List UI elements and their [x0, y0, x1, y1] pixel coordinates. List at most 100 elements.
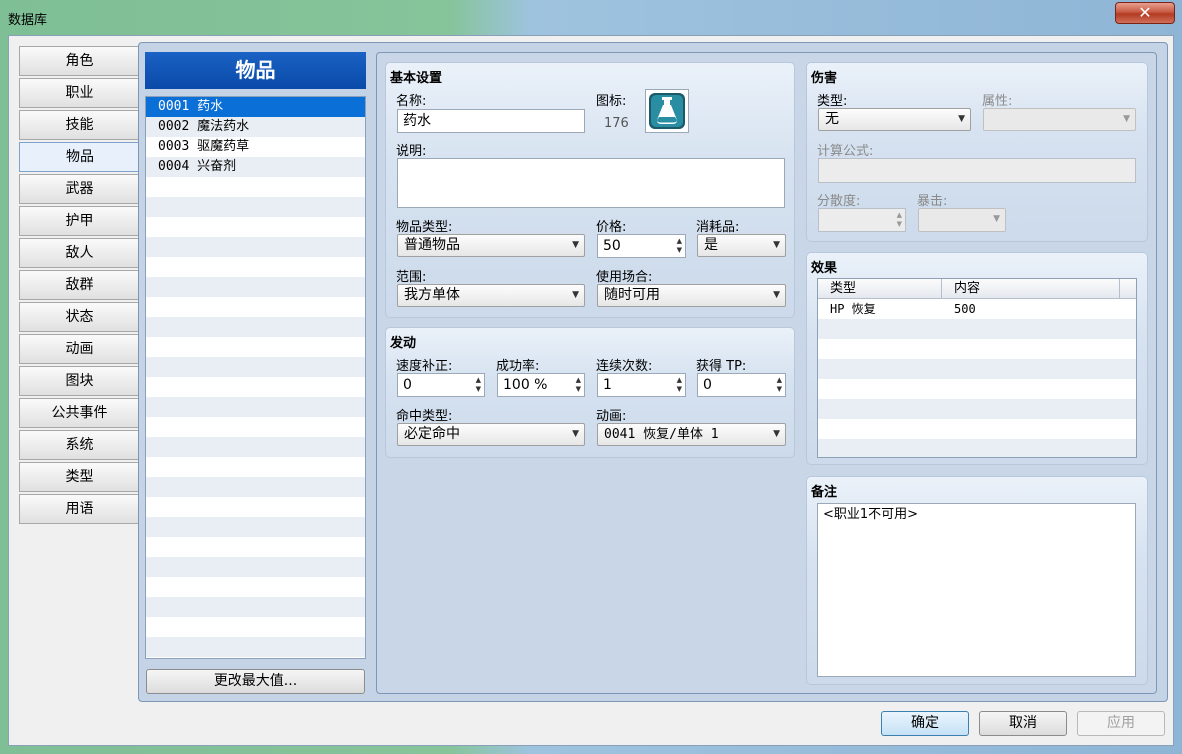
damage-panel: 伤害 类型: 无 ▼ 属性: ▼ 计算公式: 分散度: ▲ ▼ 暴击: ▼ [806, 62, 1148, 242]
list-item[interactable] [146, 337, 365, 357]
list-item[interactable] [146, 617, 365, 637]
list-item[interactable] [146, 357, 365, 377]
title-bar: 数据库 ✕ [0, 0, 1182, 36]
table-row[interactable] [818, 359, 1136, 379]
window-title: 数据库 [8, 13, 48, 28]
critical-label: 暴击: [917, 194, 948, 209]
effects-column-content[interactable]: 内容 [942, 279, 1120, 299]
consumable-select[interactable]: 是 ▼ [697, 234, 786, 257]
price-stepper[interactable]: 50 ▲ ▼ [597, 234, 686, 258]
list-item[interactable] [146, 257, 365, 277]
formula-label: 计算公式: [817, 144, 874, 159]
critical-select[interactable]: ▼ [918, 208, 1006, 232]
animation-select[interactable]: 0041 恢复/单体 1 ▼ [597, 423, 786, 446]
list-item[interactable] [146, 457, 365, 477]
list-item[interactable] [146, 197, 365, 217]
tp-gain-stepper[interactable]: 0 ▲ ▼ [697, 373, 786, 397]
occasion-select[interactable]: 随时可用 ▼ [597, 284, 786, 307]
table-row[interactable] [818, 379, 1136, 399]
sidebar-tab[interactable]: 用语 [19, 494, 139, 524]
sidebar-tab[interactable]: 类型 [19, 462, 139, 492]
effects-column-filler [1120, 279, 1136, 299]
table-row[interactable] [818, 399, 1136, 419]
repeats-stepper[interactable]: 1 ▲ ▼ [597, 373, 686, 397]
list-item[interactable] [146, 637, 365, 657]
table-row[interactable] [818, 339, 1136, 359]
list-item[interactable] [146, 377, 365, 397]
sidebar-tab[interactable]: 武器 [19, 174, 139, 204]
list-item[interactable] [146, 597, 365, 617]
name-label: 名称: [396, 94, 427, 109]
sidebar-tab[interactable]: 物品 [19, 142, 140, 172]
item-list[interactable]: 0001 药水 0002 魔法药水 0003 驱魔药草 0004 兴奋剂 [145, 96, 366, 659]
list-item[interactable] [146, 577, 365, 597]
price-label: 价格: [596, 220, 627, 235]
name-input[interactable]: 药水 [397, 109, 585, 133]
table-row[interactable]: HP 恢复 500 [818, 299, 1136, 319]
list-item[interactable]: 0003 驱魔药草 [146, 137, 365, 157]
occasion-label: 使用场合: [596, 270, 653, 285]
sidebar-tab[interactable]: 职业 [19, 78, 139, 108]
effects-title: 效果 [811, 261, 838, 276]
sidebar-tab[interactable]: 敌人 [19, 238, 139, 268]
sidebar-tab[interactable]: 护甲 [19, 206, 139, 236]
sidebar-tab[interactable]: 角色 [19, 46, 139, 76]
sidebar-tab[interactable]: 状态 [19, 302, 139, 332]
list-item[interactable] [146, 557, 365, 577]
damage-type-select[interactable]: 无 ▼ [818, 108, 971, 131]
effects-column-type[interactable]: 类型 [818, 279, 942, 299]
note-input[interactable]: <职业1不可用> [817, 503, 1136, 677]
item-type-select[interactable]: 普通物品 ▼ [397, 234, 585, 257]
element-select[interactable]: ▼ [983, 108, 1136, 131]
list-item[interactable] [146, 237, 365, 257]
apply-button[interactable]: 应用 [1077, 711, 1165, 736]
cancel-button[interactable]: 取消 [979, 711, 1067, 736]
note-panel: 备注 <职业1不可用> [806, 476, 1148, 685]
sidebar-tab[interactable]: 技能 [19, 110, 139, 140]
sidebar-tab[interactable]: 系统 [19, 430, 139, 460]
list-item[interactable] [146, 437, 365, 457]
list-item[interactable] [146, 397, 365, 417]
list-item[interactable] [146, 497, 365, 517]
icon-picker[interactable] [645, 89, 689, 133]
list-item[interactable] [146, 277, 365, 297]
list-item[interactable] [146, 297, 365, 317]
list-item[interactable]: 0001 药水 [146, 97, 365, 117]
formula-input[interactable] [818, 158, 1136, 183]
list-item[interactable] [146, 517, 365, 537]
table-row[interactable] [818, 319, 1136, 339]
close-icon: ✕ [1138, 3, 1152, 22]
speed-stepper[interactable]: 0 ▲ ▼ [397, 373, 485, 397]
list-item[interactable]: 0004 兴奋剂 [146, 157, 365, 177]
speed-label: 速度补正: [396, 359, 453, 374]
success-label: 成功率: [496, 359, 540, 374]
sidebar-tab[interactable]: 图块 [19, 366, 139, 396]
hit-type-select[interactable]: 必定命中 ▼ [397, 423, 585, 446]
list-item[interactable] [146, 317, 365, 337]
list-item[interactable]: 0002 魔法药水 [146, 117, 365, 137]
hit-type-label: 命中类型: [396, 409, 453, 424]
sidebar-tab[interactable]: 敌群 [19, 270, 139, 300]
basic-settings-panel: 基本设置 名称: 药水 图标: 176 说明: 物品类型: 普通物品 ▼ 价格: … [385, 62, 795, 318]
list-item[interactable] [146, 477, 365, 497]
scope-select[interactable]: 我方单体 ▼ [397, 284, 585, 307]
table-row[interactable] [818, 419, 1136, 439]
effect-content-cell: 500 [954, 302, 976, 316]
description-input[interactable] [397, 158, 785, 208]
sidebar-tab[interactable]: 动画 [19, 334, 139, 364]
list-item[interactable] [146, 177, 365, 197]
potion-icon [649, 93, 685, 129]
change-max-button[interactable]: 更改最大值... [146, 669, 365, 694]
consumable-label: 消耗品: [696, 220, 740, 235]
variance-stepper[interactable]: ▲ ▼ [818, 208, 906, 232]
effects-table[interactable]: 类型 内容 HP 恢复 500 [817, 278, 1137, 458]
ok-button[interactable]: 确定 [881, 711, 969, 736]
success-stepper[interactable]: 100 % ▲ ▼ [497, 373, 585, 397]
close-button[interactable]: ✕ [1115, 2, 1175, 24]
list-item[interactable] [146, 217, 365, 237]
list-item[interactable] [146, 537, 365, 557]
invocation-title: 发动 [390, 336, 417, 351]
table-row[interactable] [818, 439, 1136, 457]
list-item[interactable] [146, 417, 365, 437]
sidebar-tab[interactable]: 公共事件 [19, 398, 139, 428]
